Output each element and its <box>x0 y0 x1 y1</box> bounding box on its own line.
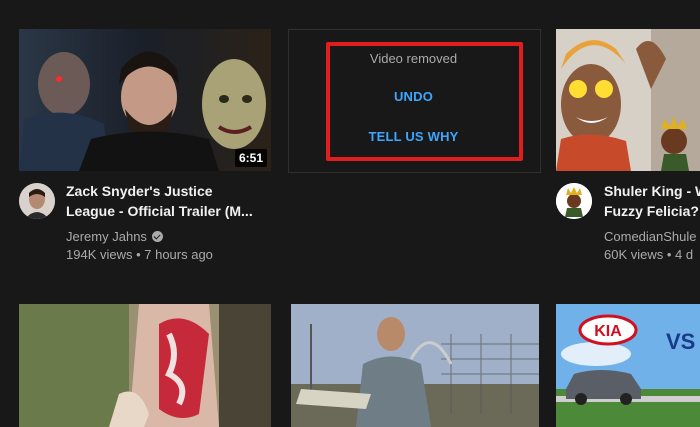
thumbnail-image <box>291 304 539 427</box>
channel-name-text: Jeremy Jahns <box>66 229 147 244</box>
highlight-box <box>326 42 523 161</box>
channel-avatar[interactable] <box>19 183 55 219</box>
video-stats: 194K views • 7 hours ago <box>66 247 213 262</box>
video-thumbnail[interactable] <box>291 304 539 427</box>
video-thumbnail[interactable] <box>19 304 271 427</box>
thumbnail-image <box>19 29 271 171</box>
thumbnail-image: KIA VS <box>556 304 700 427</box>
video-title-line1: Shuler King - W <box>604 183 700 199</box>
video-title-line1: Zack Snyder's Justice <box>66 183 213 199</box>
vs-text: VS <box>666 329 695 354</box>
video-title[interactable]: Zack Snyder's Justice League - Official … <box>66 181 266 221</box>
video-thumbnail-justice-league[interactable]: 6:51 <box>19 29 271 171</box>
channel-name[interactable]: ComedianShule <box>604 227 700 247</box>
video-duration: 6:51 <box>234 149 267 167</box>
verified-check-icon <box>151 231 163 242</box>
video-thumbnail-shuler-king[interactable] <box>556 29 700 171</box>
thumbnail-image <box>19 304 271 427</box>
channel-name[interactable]: Jeremy Jahns <box>66 227 163 247</box>
kia-logo: KIA <box>594 323 622 340</box>
video-thumbnail[interactable]: KIA VS <box>556 304 700 427</box>
video-title-line2: League - Official Trailer (M... <box>66 203 253 219</box>
video-stats: 60K views • 4 d <box>604 247 694 262</box>
channel-avatar[interactable] <box>556 183 592 219</box>
avatar-image <box>19 183 55 219</box>
video-title[interactable]: Shuler King - W Fuzzy Felicia?! <box>604 181 700 221</box>
video-title-line2: Fuzzy Felicia?! <box>604 203 700 219</box>
thumbnail-image <box>556 29 700 171</box>
avatar-image <box>556 183 592 219</box>
